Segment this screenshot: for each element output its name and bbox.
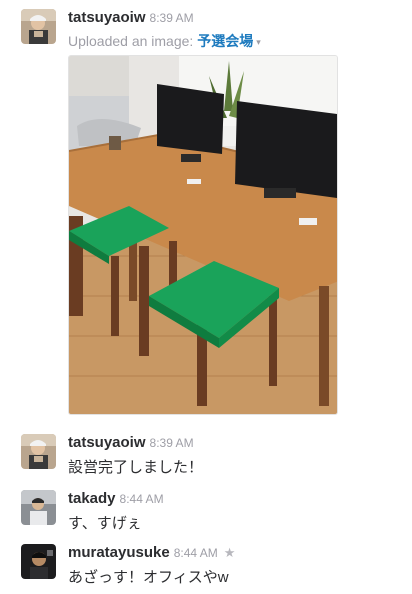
avatar[interactable] [21, 544, 56, 579]
message: tatsuyaoiw 8:39 AM 設営完了しました！ [0, 430, 412, 480]
avatar[interactable] [21, 434, 56, 469]
timestamp[interactable]: 8:39 AM [150, 436, 194, 450]
uploaded-image[interactable] [68, 55, 338, 415]
message-text: あざっす！オフィスやw [68, 569, 229, 586]
username[interactable]: tatsuyaoiw [68, 434, 146, 451]
message: muratayusuke 8:44 AM ★ あざっす！オフィスやw [0, 540, 412, 594]
message: takady 8:44 AM す、すげぇ [0, 486, 412, 536]
upload-prefix: Uploaded an image: [68, 33, 194, 49]
avatar[interactable] [21, 9, 56, 44]
username[interactable]: muratayusuke [68, 544, 170, 561]
message-image-upload: tatsuyaoiw 8:39 AM Uploaded an image: 予選会… [0, 0, 412, 420]
upload-line: Uploaded an image: 予選会場 ▾ [68, 31, 261, 51]
timestamp[interactable]: 8:44 AM [120, 492, 164, 506]
timestamp[interactable]: 8:39 AM [150, 11, 194, 25]
photo-illustration [69, 56, 337, 414]
timestamp[interactable]: 8:44 AM [174, 546, 218, 560]
username[interactable]: takady [68, 490, 116, 507]
upload-title-link[interactable]: 予選会場 [197, 33, 253, 49]
username[interactable]: tatsuyaoiw [68, 9, 146, 26]
chevron-down-icon[interactable]: ▾ [256, 37, 261, 47]
star-icon[interactable]: ★ [224, 545, 236, 560]
message-text: 設営完了しました！ [68, 459, 204, 476]
message-text: す、すげぇ [68, 515, 142, 532]
avatar[interactable] [21, 490, 56, 525]
